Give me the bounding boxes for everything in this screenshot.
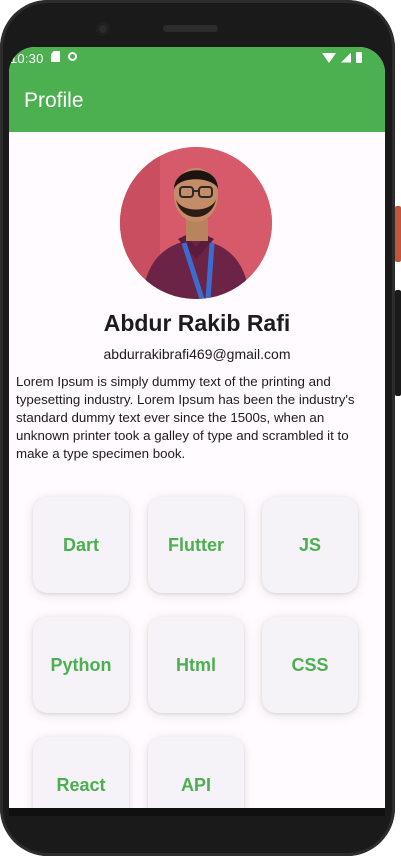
- status-time: 10:30: [10, 51, 44, 66]
- skill-card-html[interactable]: Html: [148, 617, 244, 713]
- app-bar: Profile: [9, 71, 385, 132]
- avatar: [120, 147, 272, 299]
- volume-button: [395, 290, 401, 396]
- signal-icon: [341, 52, 351, 63]
- front-camera: [96, 22, 110, 36]
- skill-card-react[interactable]: React: [33, 737, 129, 808]
- earpiece-speaker: [163, 25, 218, 32]
- status-right-icons: [322, 52, 362, 63]
- skill-card-flutter[interactable]: Flutter: [148, 497, 244, 593]
- skill-card-dart[interactable]: Dart: [33, 497, 129, 593]
- profile-email: abdurrakibrafi469@gmail.com: [103, 346, 291, 362]
- sd-card-icon: [51, 51, 60, 62]
- profile-bio: Lorem Ipsum is simply dummy text of the …: [16, 374, 355, 461]
- skill-card-api[interactable]: API: [148, 737, 244, 808]
- wifi-icon: [322, 52, 336, 63]
- profile-name: Abdur Rakib Rafi: [103, 310, 291, 336]
- profile-photo-illustration: [120, 147, 272, 299]
- skill-card-css[interactable]: CSS: [262, 617, 358, 713]
- status-left-icons: [51, 51, 77, 62]
- app-screen: 10:30 Profile Abdur Rakib Rafi abdurraki…: [9, 47, 385, 808]
- status-bar: 10:30: [9, 47, 385, 71]
- circle-notification-icon: [68, 52, 77, 61]
- app-bar-title: Profile: [24, 89, 84, 112]
- skill-card-js[interactable]: JS: [262, 497, 358, 593]
- power-button: [395, 206, 401, 262]
- battery-icon: [356, 52, 362, 63]
- skill-card-python[interactable]: Python: [33, 617, 129, 713]
- phone-frame: 10:30 Profile Abdur Rakib Rafi abdurraki…: [0, 0, 395, 856]
- phone-bottom-bezel: [9, 808, 385, 816]
